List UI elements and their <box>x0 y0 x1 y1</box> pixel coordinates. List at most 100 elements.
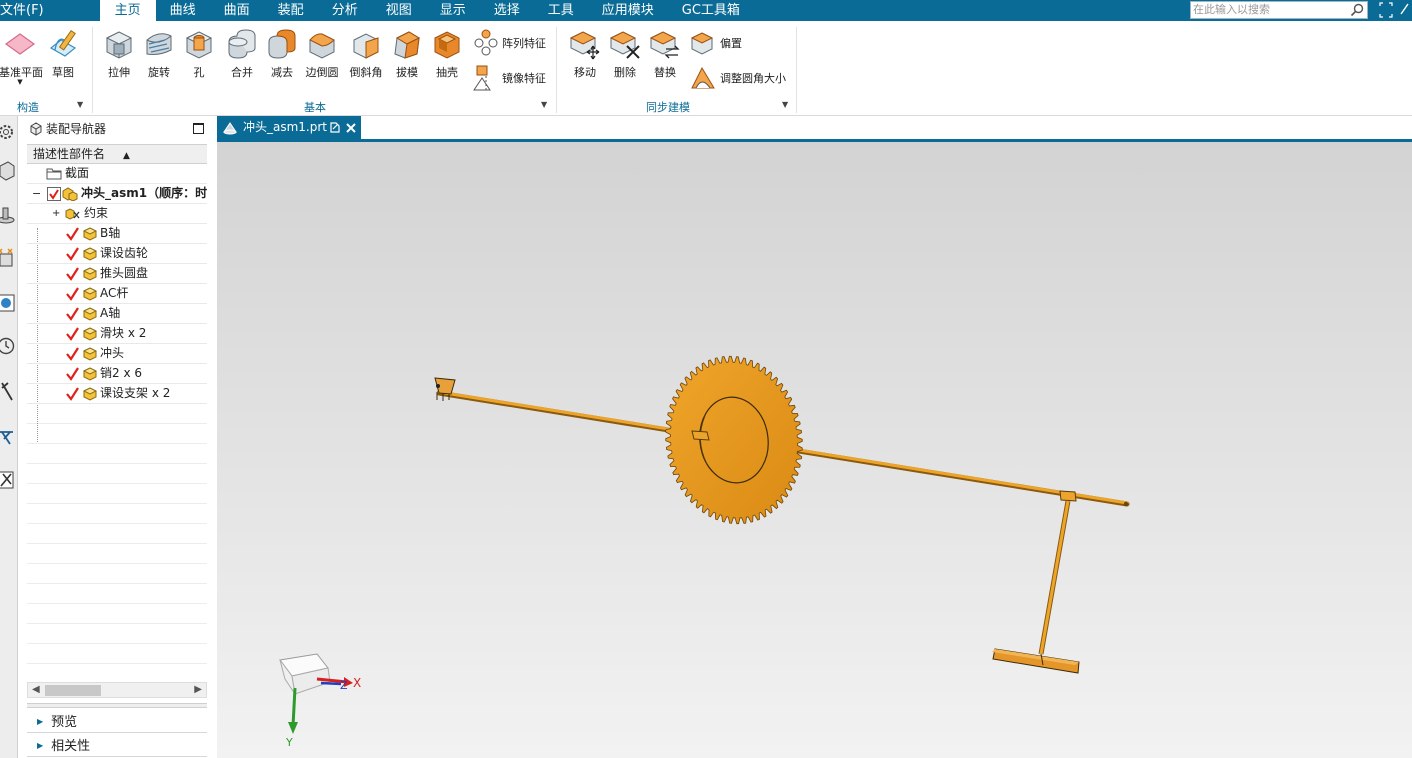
maximize-icon[interactable] <box>193 123 204 134</box>
tree-node-section[interactable]: 截面 <box>27 164 207 184</box>
expand-icon[interactable]: + <box>52 204 60 223</box>
menu-file[interactable]: 文件(F) <box>0 0 58 21</box>
dependencies-section[interactable]: ▶ 相关性 <box>27 735 207 757</box>
graphics-window[interactable]: Z X Y <box>217 142 1412 758</box>
sketch-icon <box>49 29 77 57</box>
sort-ascending-icon[interactable]: ▲ <box>123 147 130 165</box>
menu-home[interactable]: 主页 <box>99 0 156 21</box>
tree-node-part[interactable]: 推头圆盘 <box>27 264 207 284</box>
check-icon[interactable] <box>65 347 79 361</box>
delete-face-button[interactable]: 删除 <box>605 28 645 80</box>
unite-button[interactable]: 合并 <box>222 28 262 80</box>
datum-plane-icon <box>4 33 36 55</box>
preview-section[interactable]: ▶ 预览 <box>27 711 207 733</box>
hole-button[interactable]: 孔 <box>179 28 219 80</box>
construct-group-expand-icon[interactable]: ▼ <box>77 100 83 109</box>
tree-node-part[interactable]: AC杆 <box>27 284 207 304</box>
subtract-button[interactable]: 减去 <box>262 28 302 80</box>
empty-row <box>27 404 207 424</box>
menu-application[interactable]: 应用模块 <box>588 0 668 21</box>
menu-gc-toolkit[interactable]: GC工具箱 <box>668 0 754 21</box>
tree-node-part[interactable]: 销2 x 6 <box>27 364 207 384</box>
move-face-icon <box>569 31 600 60</box>
roles-icon[interactable] <box>0 425 16 447</box>
draft-button[interactable]: 拔模 <box>387 28 427 80</box>
check-icon[interactable] <box>65 387 79 401</box>
punch-plate[interactable] <box>992 648 1080 674</box>
shell-button[interactable]: 抽壳 <box>427 28 467 80</box>
reuse-library-icon[interactable] <box>0 246 16 268</box>
scroll-right-icon[interactable]: ▶ <box>194 683 202 697</box>
measure-icon[interactable] <box>0 380 16 402</box>
chamfer-button[interactable]: 倒斜角 <box>346 28 386 80</box>
move-face-button[interactable]: 移动 <box>565 28 605 80</box>
help-icon[interactable] <box>1398 0 1412 21</box>
tree-node-part[interactable]: A轴 <box>27 304 207 324</box>
check-icon[interactable] <box>65 307 79 321</box>
part-navigator-icon[interactable] <box>0 204 16 226</box>
gear[interactable] <box>665 355 803 525</box>
settings-icon[interactable] <box>0 121 16 143</box>
check-icon[interactable] <box>65 267 79 281</box>
ribbon: 基准平面 ▼ 草图 构造 ▼ 拉伸 旋转 孔 合并 减去 边倒圆 倒斜角 拔模 … <box>0 21 1412 116</box>
tree-node-part[interactable]: 冲头 <box>27 344 207 364</box>
revolve-button[interactable]: 旋转 <box>139 28 179 80</box>
column-header-part-name[interactable]: 描述性部件名 ▲ <box>27 144 207 164</box>
model-scene[interactable]: Z X Y <box>217 142 1412 758</box>
tree-node-constraints[interactable]: + 约束 <box>27 204 207 224</box>
menu-curve[interactable]: 曲线 <box>156 0 210 21</box>
mirror-feature-button[interactable]: 镜像特征 <box>472 63 546 93</box>
shell-icon <box>434 31 460 59</box>
menu-view[interactable]: 视图 <box>372 0 426 21</box>
ac-rod[interactable] <box>1038 500 1071 655</box>
history-icon[interactable] <box>0 335 16 357</box>
collapse-icon[interactable]: − <box>32 184 41 203</box>
scroll-left-icon[interactable]: ◀ <box>32 683 40 697</box>
menu-display[interactable]: 显示 <box>426 0 480 21</box>
fullscreen-icon[interactable] <box>1378 0 1394 21</box>
assembly-navigator-panel: 装配导航器 描述性部件名 ▲ 截面 − 冲头_asm1（顺序：时间 + 约束 B… <box>27 116 207 758</box>
sync-group-expand-icon[interactable]: ▼ <box>782 100 788 109</box>
basic-group-expand-icon[interactable]: ▼ <box>541 100 547 109</box>
menu-surface[interactable]: 曲面 <box>210 0 264 21</box>
menu-select[interactable]: 选择 <box>480 0 534 21</box>
tree-node-part[interactable]: 课设支架 x 2 <box>27 384 207 404</box>
close-tab-icon[interactable] <box>346 122 356 133</box>
check-icon[interactable] <box>65 367 79 381</box>
extrude-button[interactable]: 拉伸 <box>99 28 139 80</box>
check-icon[interactable] <box>65 327 79 341</box>
check-icon[interactable] <box>65 227 79 241</box>
offset-region-button[interactable]: 偏置 <box>690 28 742 58</box>
search-icon[interactable] <box>1350 3 1364 17</box>
scrollbar-thumb[interactable] <box>45 685 101 696</box>
menu-analysis[interactable]: 分析 <box>318 0 372 21</box>
part-file-icon <box>223 122 237 135</box>
assembly-tree: 截面 − 冲头_asm1（顺序：时间 + 约束 B轴 课设齿轮 推头圆盘 AC杆 A轴滑… <box>27 164 207 684</box>
tree-node-part[interactable]: 滑块 x 2 <box>27 324 207 344</box>
resize-blend-button[interactable]: 调整圆角大小 <box>690 63 786 93</box>
mirror-feature-icon <box>473 65 491 91</box>
tools-icon[interactable] <box>0 469 16 491</box>
pattern-feature-button[interactable]: 阵列特征 <box>472 28 546 58</box>
check-icon[interactable] <box>65 247 79 261</box>
replace-face-button[interactable]: 替换 <box>645 28 685 80</box>
tree-node-part[interactable]: 课设齿轮 <box>27 244 207 264</box>
assembly-navigator-icon[interactable] <box>0 160 16 182</box>
tab-part-file[interactable]: 冲头_asm1.prt <box>217 116 361 139</box>
check-icon[interactable] <box>47 187 61 201</box>
menu-assembly[interactable]: 装配 <box>264 0 318 21</box>
web-browser-icon[interactable] <box>0 292 16 314</box>
tree-node-part[interactable]: B轴 <box>27 224 207 244</box>
menu-tools[interactable]: 工具 <box>534 0 588 21</box>
shaft-collar[interactable] <box>691 430 710 441</box>
datum-plane-button[interactable]: 基准平面 ▼ <box>0 28 43 86</box>
sketch-button[interactable]: 草图 <box>43 28 83 80</box>
check-icon[interactable] <box>65 287 79 301</box>
pattern-feature-icon <box>474 29 498 56</box>
view-triad[interactable]: Z X Y <box>279 653 361 749</box>
panel-splitter[interactable] <box>27 703 207 708</box>
edge-blend-button[interactable]: 边倒圆 <box>302 28 342 80</box>
command-search-input[interactable]: 在此输入以搜索 <box>1190 1 1368 19</box>
tree-node-root-assembly[interactable]: − 冲头_asm1（顺序：时间 <box>27 184 207 204</box>
horizontal-scrollbar[interactable]: ◀ ▶ <box>27 682 207 698</box>
